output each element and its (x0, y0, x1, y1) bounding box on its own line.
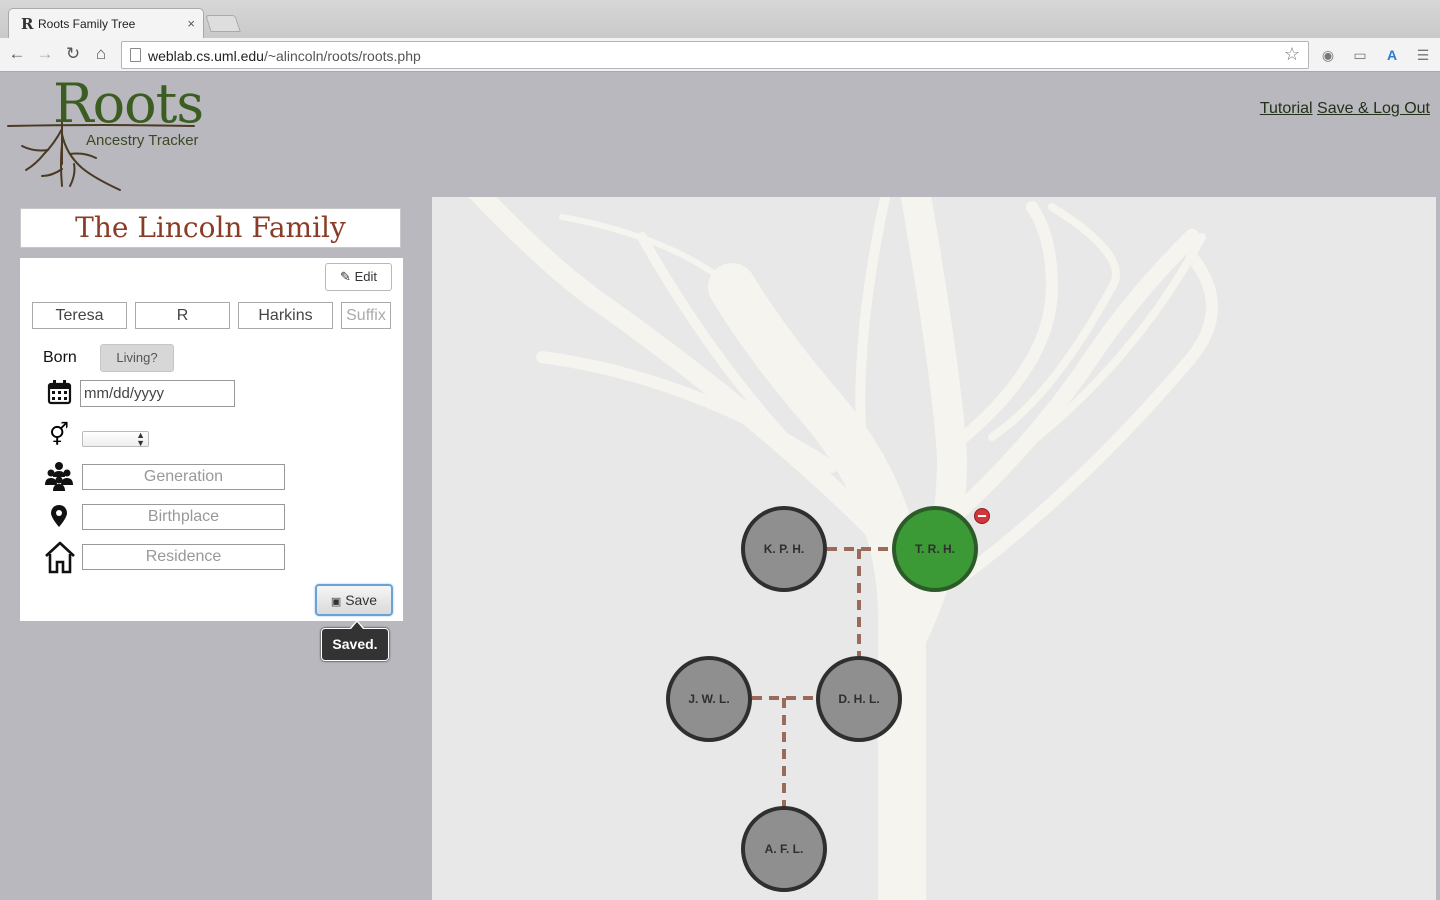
middle-name-field[interactable]: R (135, 302, 230, 329)
tree-node-trh[interactable]: T. R. H. (892, 506, 978, 592)
new-tab-button[interactable] (205, 15, 241, 32)
roots-favicon-icon: R (21, 15, 34, 33)
logo-title: Roots (53, 72, 204, 135)
translate-icon[interactable]: A (1382, 46, 1402, 64)
living-toggle-button[interactable]: Living? (100, 344, 174, 372)
map-marker-icon (44, 503, 74, 531)
born-label: Born (43, 349, 77, 366)
browser-tabstrip: R Roots Family Tree × (0, 0, 1440, 38)
last-name-field[interactable]: Harkins (238, 302, 333, 329)
calendar-icon (44, 378, 74, 406)
url-text: weblab.cs.uml.edu/~alincoln/roots/roots.… (148, 48, 421, 64)
home-residence-icon (44, 540, 75, 574)
saved-tooltip: Saved. (321, 620, 389, 661)
address-bar[interactable]: weblab.cs.uml.edu/~alincoln/roots/roots.… (121, 41, 1309, 69)
people-icon (44, 461, 74, 491)
family-tree-canvas[interactable]: K. P. H. T. R. H. J. W. L. D. H. L. A. F… (432, 197, 1436, 900)
birthplace-field[interactable]: Birthplace (82, 504, 285, 530)
tree-node-jwl[interactable]: J. W. L. (666, 656, 752, 742)
menu-icon[interactable]: ☰ (1413, 46, 1433, 64)
forward-icon[interactable]: → (34, 43, 56, 65)
browser-tab[interactable]: R Roots Family Tree × (8, 8, 204, 38)
tree-node-kph[interactable]: K. P. H. (741, 506, 827, 592)
family-title: The Lincoln Family (20, 208, 401, 248)
reload-icon[interactable]: ↻ (62, 43, 84, 65)
page-icon (130, 48, 141, 62)
header-links: Tutorial Save & Log Out (1260, 100, 1430, 118)
gender-icon: ⚥ (49, 422, 69, 447)
remove-node-icon[interactable] (974, 508, 990, 524)
back-icon[interactable]: ← (6, 43, 28, 65)
tree-node-dhl[interactable]: D. H. L. (816, 656, 902, 742)
gender-select[interactable]: ▲ ▼ (82, 430, 149, 448)
first-name-field[interactable]: Teresa (32, 302, 127, 329)
suffix-field[interactable]: Suffix (341, 302, 391, 329)
extension-icon[interactable]: ◉ (1318, 46, 1338, 64)
save-logout-link[interactable]: Save & Log Out (1317, 100, 1430, 117)
person-editor-panel: ✎ Edit Teresa R Harkins Suffix Born Livi… (20, 258, 403, 621)
tutorial-link[interactable]: Tutorial (1260, 100, 1313, 117)
roots-logo[interactable]: Roots Ancestry Tracker (4, 72, 224, 194)
tab-close-icon[interactable]: × (187, 16, 195, 31)
select-arrows-icon: ▲ ▼ (136, 430, 145, 448)
bookmark-star-icon[interactable]: ☆ (1284, 44, 1300, 65)
floppy-disk-icon: ▣ (330, 596, 342, 608)
save-button[interactable]: ▣ Save (315, 584, 393, 616)
pencil-icon: ✎ (340, 269, 351, 284)
birth-date-input[interactable]: mm/dd/yyyy (80, 380, 235, 407)
tree-node-afl[interactable]: A. F. L. (741, 806, 827, 892)
edit-button[interactable]: ✎ Edit (325, 263, 392, 291)
home-icon[interactable]: ⌂ (90, 43, 112, 65)
tab-title: Roots Family Tree (38, 17, 136, 31)
generation-field[interactable]: Generation (82, 464, 285, 490)
cast-icon[interactable]: ▭ (1350, 46, 1370, 64)
residence-field[interactable]: Residence (82, 544, 285, 570)
browser-toolbar: ← → ↻ ⌂ weblab.cs.uml.edu/~alincoln/root… (0, 38, 1440, 72)
logo-subtitle: Ancestry Tracker (86, 132, 199, 149)
